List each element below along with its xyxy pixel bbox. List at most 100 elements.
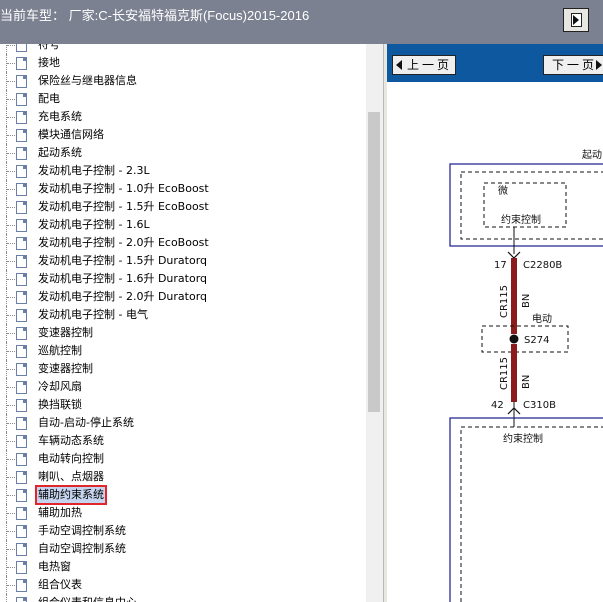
document-icon <box>16 525 27 538</box>
document-icon <box>16 489 27 502</box>
tree-branch-line <box>7 279 15 280</box>
tree-item[interactable]: 接地 <box>0 54 366 72</box>
tree-item[interactable]: 符号 <box>0 44 366 54</box>
tree-item-label: 组合仪表 <box>38 578 82 591</box>
tree-item-label: 发动机电子控制 - 1.0升 EcoBoost <box>38 182 209 195</box>
document-icon <box>16 219 27 232</box>
tree-item[interactable]: 换挡联锁 <box>0 396 366 414</box>
tree-item-label: 保险丝与继电器信息 <box>38 74 137 87</box>
tree-item[interactable]: 电动转向控制 <box>0 450 366 468</box>
tree-item-label: 冷却风扇 <box>38 380 82 393</box>
tree-branch-line <box>7 243 15 244</box>
document-icon <box>16 435 27 448</box>
tree-branch-line <box>7 513 15 514</box>
tree-panel: 符号 接地 保险丝与继电器信息 配电 充电系统 模块通信网络 起动系统 发动机电子控制 - 2… <box>0 44 383 602</box>
document-icon <box>16 291 27 304</box>
document-icon <box>16 309 27 322</box>
tree-item-label: 发动机电子控制 - 1.5升 EcoBoost <box>38 200 209 213</box>
scrollbar-thumb[interactable] <box>368 112 380 412</box>
tree-branch-line <box>7 405 15 406</box>
tree-item-label: 巡航控制 <box>38 344 82 357</box>
tree-item[interactable]: 变速器控制 <box>0 360 366 378</box>
document-icon <box>16 44 27 52</box>
document-icon <box>16 417 27 430</box>
tree-scrollbar[interactable] <box>366 44 383 602</box>
tree-item[interactable]: 发动机电子控制 - 1.0升 EcoBoost <box>0 180 366 198</box>
tree-item[interactable]: 辅助加热 <box>0 504 366 522</box>
diagram-top-right-label: 起动 <box>582 149 602 161</box>
tree-branch-line <box>7 189 15 190</box>
document-icon <box>16 165 27 178</box>
title-bar: 当前车型： 厂家:C-长安福特福克斯(Focus)2015-2016 <box>0 0 603 44</box>
splice-dot[interactable] <box>509 334 519 344</box>
wire-lower[interactable] <box>511 344 517 402</box>
tree-item[interactable]: 模块通信网络 <box>0 126 366 144</box>
exit-button[interactable] <box>563 8 589 32</box>
tree-item-label: 发动机电子控制 - 2.0升 EcoBoost <box>38 236 209 249</box>
tree-branch-line <box>7 135 15 136</box>
tree-branch-line <box>7 45 15 46</box>
tree-item-label: 喇叭、点烟器 <box>38 470 104 483</box>
tree-item-label: 换挡联锁 <box>38 398 82 411</box>
wiring-diagram-viewer[interactable]: 起动 微 约束控制 17 C2280B CR115 BN 电动 S274 CR1… <box>387 82 603 602</box>
tree-item[interactable]: 配电 <box>0 90 366 108</box>
tree-branch-line <box>7 567 15 568</box>
wire-upper-color: BN <box>521 294 532 308</box>
document-icon <box>16 471 27 484</box>
document-icon <box>16 57 27 70</box>
tree-item-label: 发动机电子控制 - 1.6升 Duratorq <box>38 272 208 285</box>
tree-item[interactable]: 充电系统 <box>0 108 366 126</box>
tree-item[interactable]: 发动机电子控制 - 2.0升 Duratorq <box>0 288 366 306</box>
module-top-label-2: 约束控制 <box>501 213 541 226</box>
tree-branch-line <box>7 369 15 370</box>
tree-item[interactable]: 自动-启动-停止系统 <box>0 414 366 432</box>
document-icon <box>16 183 27 196</box>
connector-top-id: C2280B <box>523 260 562 271</box>
wire-lower-color: BN <box>521 375 532 389</box>
tree-item[interactable]: 保险丝与继电器信息 <box>0 72 366 90</box>
tree-branch-line <box>7 261 15 262</box>
tree-item[interactable]: 辅助约束系统 <box>0 485 366 505</box>
tree-branch-line <box>7 459 15 460</box>
module-bottom-outer <box>449 417 603 602</box>
tree-item-label: 模块通信网络 <box>38 128 104 141</box>
tree-branch-line <box>7 441 15 442</box>
document-icon <box>16 201 27 214</box>
tree-item[interactable]: 变速器控制 <box>0 324 366 342</box>
tree-item[interactable]: 起动系统 <box>0 144 366 162</box>
next-page-button[interactable]: 下一页 <box>543 55 603 75</box>
tree-branch-line <box>7 81 15 82</box>
tree-item[interactable]: 发动机电子控制 - 电气 <box>0 306 366 324</box>
tree-item[interactable]: 组合仪表和信息中心 <box>0 594 366 602</box>
module-top-outer <box>449 163 603 247</box>
document-icon <box>16 111 27 124</box>
document-icon <box>16 273 27 286</box>
document-icon <box>16 255 27 268</box>
tree-item[interactable]: 手动空调控制系统 <box>0 522 366 540</box>
wire-upper[interactable] <box>511 258 517 334</box>
tree-item[interactable]: 发动机电子控制 - 1.6L <box>0 216 366 234</box>
tree-branch-line <box>7 315 15 316</box>
tree-item-label: 自动-启动-停止系统 <box>38 416 134 429</box>
tree-item[interactable]: 车辆动态系统 <box>0 432 366 450</box>
tree-item[interactable]: 发动机电子控制 - 1.5升 EcoBoost <box>0 198 366 216</box>
tree-item-label: 自动空调控制系统 <box>38 542 126 555</box>
tree-branch-line <box>7 171 15 172</box>
tree-item[interactable]: 发动机电子控制 - 1.6升 Duratorq <box>0 270 366 288</box>
tree-item[interactable]: 喇叭、点烟器 <box>0 468 366 486</box>
document-icon <box>16 327 27 340</box>
tree-item[interactable]: 冷却风扇 <box>0 378 366 396</box>
tree-item-label: 发动机电子控制 - 1.5升 Duratorq <box>38 254 208 267</box>
tree-item[interactable]: 自动空调控制系统 <box>0 540 366 558</box>
tree-branch-line <box>7 333 15 334</box>
tree-item[interactable]: 发动机电子控制 - 2.0升 EcoBoost <box>0 234 366 252</box>
tree-item-label: 符号 <box>38 44 60 51</box>
tree-item-label: 发动机电子控制 - 1.6L <box>38 218 150 231</box>
tree-branch-line <box>7 531 15 532</box>
tree-item[interactable]: 巡航控制 <box>0 342 366 360</box>
tree-item[interactable]: 发动机电子控制 - 2.3L <box>0 162 366 180</box>
tree-item[interactable]: 发动机电子控制 - 1.5升 Duratorq <box>0 252 366 270</box>
prev-page-button[interactable]: 上一页 <box>392 55 456 75</box>
tree-item[interactable]: 电热窗 <box>0 558 366 576</box>
tree-item[interactable]: 组合仪表 <box>0 576 366 594</box>
